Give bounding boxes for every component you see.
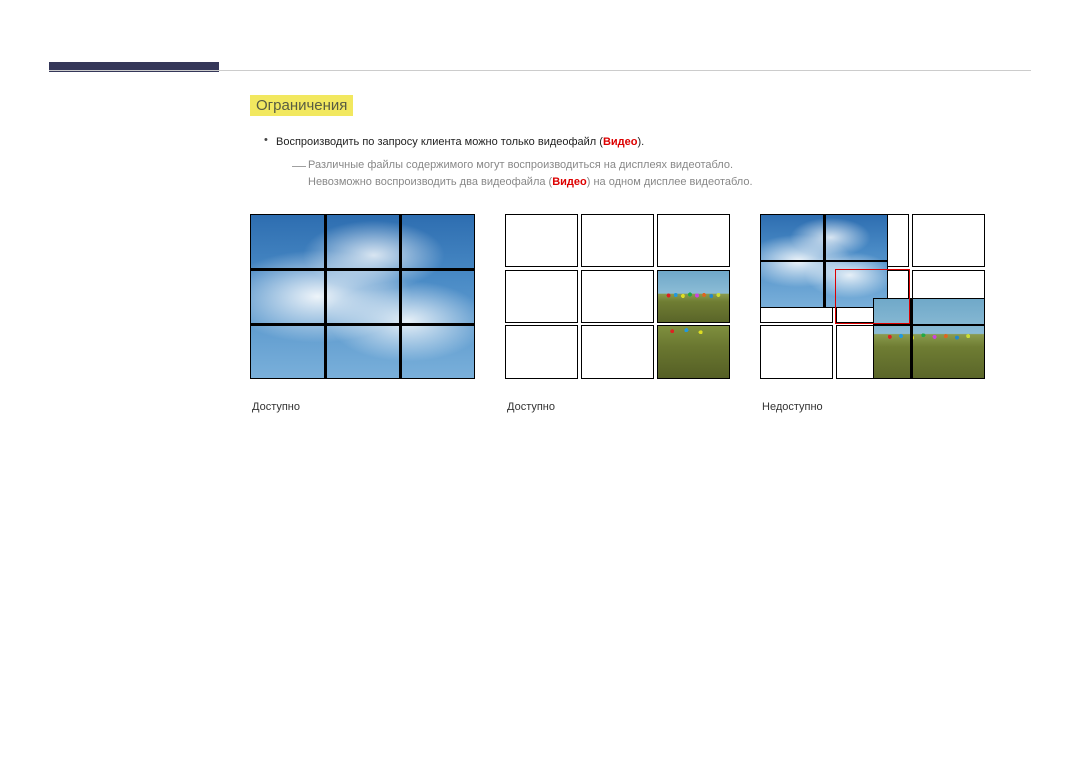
cell-empty [505, 270, 578, 323]
figure-2-caption: Доступно [505, 401, 730, 413]
cell-empty [505, 214, 578, 267]
grid-vline [324, 214, 327, 379]
figure-3-caption: Недоступно [760, 401, 985, 413]
figure-1-caption: Доступно [250, 401, 475, 413]
section-title: Ограничения [250, 95, 353, 116]
bullet-block: • Воспроизводить по запросу клиента можн… [264, 134, 1020, 192]
cell [760, 325, 833, 378]
sub-line1: Различные файлы содержимого могут воспро… [308, 159, 733, 171]
header-divider [49, 70, 1031, 72]
sub-line2-video: Видео [552, 176, 587, 188]
grid-vline [399, 214, 402, 379]
cell-empty [505, 325, 578, 378]
bullet-text: Воспроизводить по запросу клиента можно … [276, 134, 644, 151]
figure-1: Доступно [250, 214, 475, 413]
cell [912, 214, 985, 267]
figures-row: Доступно [250, 214, 1020, 413]
sub-dash: ― [292, 157, 308, 174]
bullet-suffix: ). [637, 136, 644, 148]
field-image-upper [658, 271, 729, 322]
figure-1-grid [250, 214, 475, 379]
cell-field-bottom [657, 325, 730, 378]
sky-image [250, 214, 475, 379]
figure-3: Недоступно [760, 214, 985, 413]
grid-hline [250, 323, 475, 326]
sub-block: ― Различные файлы содержимого могут восп… [292, 157, 1020, 192]
figure-3-grid [760, 214, 985, 379]
main-content: Ограничения • Воспроизводить по запросу … [250, 95, 1020, 413]
sub-line2-prefix: Невозможно воспроизводить два видеофайла… [308, 176, 552, 188]
figure-2: Доступно [505, 214, 730, 413]
cell-empty [657, 214, 730, 267]
bullet-row: • Воспроизводить по запросу клиента можн… [264, 134, 1020, 151]
bullet-video-word: Видео [603, 136, 638, 148]
video-b-vline [910, 298, 913, 379]
cell-empty [581, 214, 654, 267]
cell-empty [581, 270, 654, 323]
field-image-lower [658, 326, 729, 377]
sub-row-1: ― Различные файлы содержимого могут восп… [292, 157, 1020, 192]
bullet-dot: • [264, 134, 276, 146]
video-b-border [873, 298, 985, 379]
cell-field-top [657, 270, 730, 323]
grid-cells [505, 214, 730, 379]
cell-empty [581, 325, 654, 378]
video-b-hline [873, 324, 985, 327]
video-b-field [873, 298, 985, 379]
video-a-sky [760, 214, 888, 308]
sub-text: Различные файлы содержимого могут воспро… [308, 157, 753, 192]
figure-2-grid [505, 214, 730, 379]
grid-hline [250, 268, 475, 271]
bullet-prefix: Воспроизводить по запросу клиента можно … [276, 136, 603, 148]
sub-line2-suffix: ) на одном дисплее видеотабло. [587, 176, 753, 188]
video-a-hline [760, 260, 888, 263]
